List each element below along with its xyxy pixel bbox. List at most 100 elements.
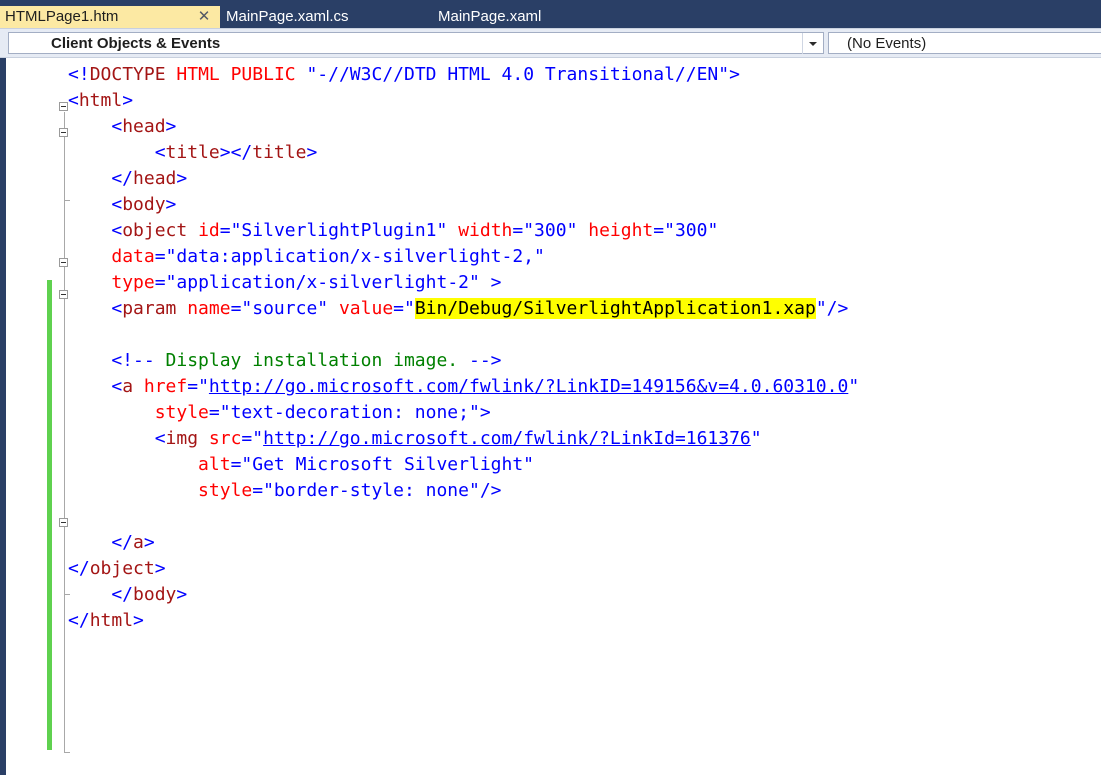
code-token: head xyxy=(133,168,177,189)
code-editor[interactable]: <!DOCTYPE HTML PUBLIC "-//W3C//DTD HTML … xyxy=(0,58,1101,775)
collapse-icon[interactable] xyxy=(59,102,68,111)
code-line[interactable]: style="border-style: none"/> xyxy=(68,478,1088,504)
code-line[interactable]: <param name="source" value="Bin/Debug/Si… xyxy=(68,296,1088,322)
tab-htmlpage1[interactable]: HTMLPage1.htm ✕ xyxy=(0,6,220,28)
code-line[interactable]: <body> xyxy=(68,192,1088,218)
code-token: a xyxy=(133,532,144,553)
code-token: </ xyxy=(68,558,90,579)
code-token: value xyxy=(338,298,394,319)
code-line[interactable]: style="text-decoration: none;"> xyxy=(68,400,1088,426)
code-token: </ xyxy=(68,532,134,553)
code-line[interactable]: </body> xyxy=(68,582,1088,608)
code-line[interactable]: <title></title> xyxy=(68,140,1088,166)
client-objects-dropdown[interactable]: Client Objects & Events xyxy=(8,32,824,54)
code-token: = xyxy=(154,272,166,293)
code-token: href xyxy=(143,376,188,397)
code-token: > xyxy=(122,90,134,111)
code-line[interactable]: data="data:application/x-silverlight-2," xyxy=(68,244,1088,270)
code-line[interactable]: <a href="http://go.microsoft.com/fwlink/… xyxy=(68,374,1088,400)
code-token: = xyxy=(154,246,166,267)
code-token: > xyxy=(133,610,144,631)
code-token: < xyxy=(68,194,123,215)
code-token: /> xyxy=(826,298,849,319)
code-line[interactable]: <!DOCTYPE HTML PUBLIC "-//W3C//DTD HTML … xyxy=(68,62,1088,88)
code-token: > xyxy=(176,168,188,189)
code-token: width xyxy=(458,220,513,241)
collapse-icon[interactable] xyxy=(59,290,68,299)
code-token: > xyxy=(165,116,177,137)
code-token: > xyxy=(479,272,502,293)
code-text[interactable]: <!DOCTYPE HTML PUBLIC "-//W3C//DTD HTML … xyxy=(68,62,1088,634)
code-token: > xyxy=(176,584,188,605)
code-token: " xyxy=(252,428,264,449)
code-token: "text-decoration: none;" xyxy=(219,402,480,423)
code-token: > xyxy=(479,402,491,423)
code-token: "300" xyxy=(523,220,578,241)
tab-label: MainPage.xaml.cs xyxy=(226,8,349,25)
client-objects-label: Client Objects & Events xyxy=(51,35,221,52)
code-token: "border-style: none" xyxy=(263,480,480,501)
code-token: Display installation image. xyxy=(154,350,469,371)
code-token: style xyxy=(154,402,209,423)
tab-mainpage-xaml[interactable]: MainPage.xaml xyxy=(438,6,541,28)
code-line[interactable]: <html> xyxy=(68,88,1088,114)
tab-mainpage-xaml-cs[interactable]: MainPage.xaml.cs xyxy=(226,6,349,28)
code-token: < xyxy=(68,376,123,397)
code-token: = xyxy=(241,428,253,449)
collapse-icon[interactable] xyxy=(59,518,68,527)
code-token: = xyxy=(230,454,242,475)
code-token: </ xyxy=(68,168,134,189)
code-line[interactable]: </object> xyxy=(68,556,1088,582)
code-line[interactable]: <img src="http://go.microsoft.com/fwlink… xyxy=(68,426,1088,452)
code-token: " xyxy=(404,298,415,319)
code-line[interactable] xyxy=(68,322,1088,348)
code-token: "Get Microsoft Silverlight" xyxy=(241,454,535,475)
code-line[interactable]: <object id="SilverlightPlugin1" width="3… xyxy=(68,218,1088,244)
code-token: height xyxy=(588,220,654,241)
code-token: DOCTYPE xyxy=(89,64,166,85)
code-line[interactable] xyxy=(68,504,1088,530)
events-dropdown[interactable]: (No Events) xyxy=(828,32,1101,54)
close-icon[interactable]: ✕ xyxy=(196,6,212,28)
code-token: object xyxy=(122,220,188,241)
code-token[interactable]: http://go.microsoft.com/fwlink/?LinkID=1… xyxy=(209,376,848,397)
code-line[interactable]: <head> xyxy=(68,114,1088,140)
code-line[interactable]: </head> xyxy=(68,166,1088,192)
code-token: > xyxy=(143,532,155,553)
code-token: HTML xyxy=(176,64,220,85)
code-token: Bin/Debug/SilverlightApplication1.xap xyxy=(414,298,816,319)
collapse-icon[interactable] xyxy=(59,128,68,137)
code-token: = xyxy=(187,376,199,397)
code-token: < xyxy=(68,298,123,319)
dropdown-button[interactable] xyxy=(802,33,823,54)
tab-label: MainPage.xaml xyxy=(438,8,542,25)
code-line[interactable]: <!-- Display installation image. --> xyxy=(68,348,1088,374)
code-token: = xyxy=(208,402,220,423)
code-token: > xyxy=(306,142,318,163)
code-token: < xyxy=(68,90,79,111)
chevron-down-icon xyxy=(809,42,817,46)
outline-guide xyxy=(64,138,65,200)
code-token: > xyxy=(165,194,177,215)
code-token: html xyxy=(78,90,123,111)
code-line[interactable]: alt="Get Microsoft Silverlight" xyxy=(68,452,1088,478)
code-token: name xyxy=(187,298,231,319)
code-token: body xyxy=(122,194,166,215)
collapse-icon[interactable] xyxy=(59,258,68,267)
code-token: title xyxy=(252,142,307,163)
code-line[interactable]: </html> xyxy=(68,608,1088,634)
code-token: "data:application/x-silverlight-2," xyxy=(165,246,545,267)
code-line[interactable]: type="application/x-silverlight-2" > xyxy=(68,270,1088,296)
code-token: "application/x-silverlight-2" xyxy=(165,272,480,293)
code-token: = xyxy=(219,220,231,241)
code-line[interactable]: </a> xyxy=(68,530,1088,556)
code-token: alt xyxy=(198,454,231,475)
outline-guide xyxy=(64,528,65,594)
code-token: "300" xyxy=(664,220,719,241)
code-token[interactable]: http://go.microsoft.com/fwlink/?LinkId=1… xyxy=(263,428,751,449)
